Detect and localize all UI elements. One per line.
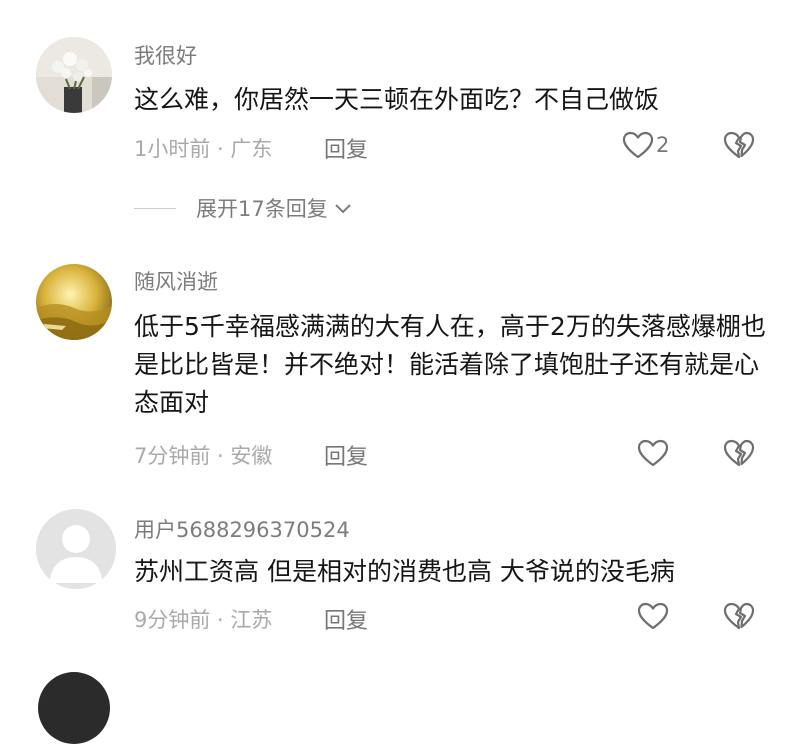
comment-username[interactable]: 用户5688296370524 xyxy=(134,514,350,544)
comment-item: 用户5688296370524 苏州工资高 但是相对的消费也高 大爷说的没毛病 … xyxy=(0,495,800,660)
reply-button[interactable]: 回复 xyxy=(324,603,368,635)
expand-replies-label: 展开17条回复 xyxy=(196,197,328,221)
meta-separator: · xyxy=(210,608,231,632)
comment-time: 7分钟前 xyxy=(134,444,211,468)
broken-heart-icon[interactable] xyxy=(722,601,756,631)
comment-item: 我很好 这么难，你居然一天三顿在外面吃？不自己做饭 1小时前 · 广东 回复 2… xyxy=(0,0,800,240)
comment-text: 苏州工资高 但是相对的消费也高 大爷说的没毛病 xyxy=(134,557,675,586)
comment-text: 低于5千幸福感满满的大有人在，高于2万的失落感爆棚也是比比皆是！并不绝对！能活着… xyxy=(134,312,766,417)
default-user-icon xyxy=(36,509,116,589)
avatar[interactable] xyxy=(36,37,112,113)
avatar-golden-landscape-image xyxy=(36,264,112,340)
comment-time: 9分钟前 xyxy=(134,608,211,632)
expand-replies-button[interactable]: 展开17条回复 xyxy=(134,194,352,222)
avatar[interactable] xyxy=(36,509,116,589)
broken-heart-icon[interactable] xyxy=(722,130,756,160)
avatar-flowers-image xyxy=(36,37,112,113)
comment-time: 1小时前 xyxy=(134,137,211,161)
heart-icon[interactable] xyxy=(636,601,670,631)
comment-item: 随风消逝 低于5千幸福感满满的大有人在，高于2万的失落感爆棚也是比比皆是！并不绝… xyxy=(0,240,800,495)
meta-separator: · xyxy=(210,137,231,161)
meta-separator: · xyxy=(210,444,231,468)
comment-location: 江苏 xyxy=(230,608,273,632)
divider-line xyxy=(134,207,176,209)
comment-meta: 7分钟前 · 安徽 xyxy=(134,440,272,470)
avatar-partial[interactable] xyxy=(38,672,110,744)
heart-icon[interactable] xyxy=(636,438,670,468)
comment-username[interactable]: 随风消逝 xyxy=(134,266,218,296)
comment-location: 广东 xyxy=(230,137,273,161)
heart-icon[interactable] xyxy=(621,130,655,160)
broken-heart-icon[interactable] xyxy=(722,438,756,468)
comment-meta: 9分钟前 · 江苏 xyxy=(134,604,272,634)
comment-text: 这么难，你居然一天三顿在外面吃？不自己做饭 xyxy=(134,85,660,114)
comment-location: 安徽 xyxy=(230,444,273,468)
avatar[interactable] xyxy=(36,264,112,340)
comment-meta: 1小时前 · 广东 xyxy=(134,133,272,163)
like-count: 2 xyxy=(656,133,670,157)
comment-username[interactable]: 我很好 xyxy=(134,40,197,70)
reply-button[interactable]: 回复 xyxy=(324,439,368,471)
reply-button[interactable]: 回复 xyxy=(324,132,368,164)
chevron-down-icon xyxy=(335,204,351,214)
